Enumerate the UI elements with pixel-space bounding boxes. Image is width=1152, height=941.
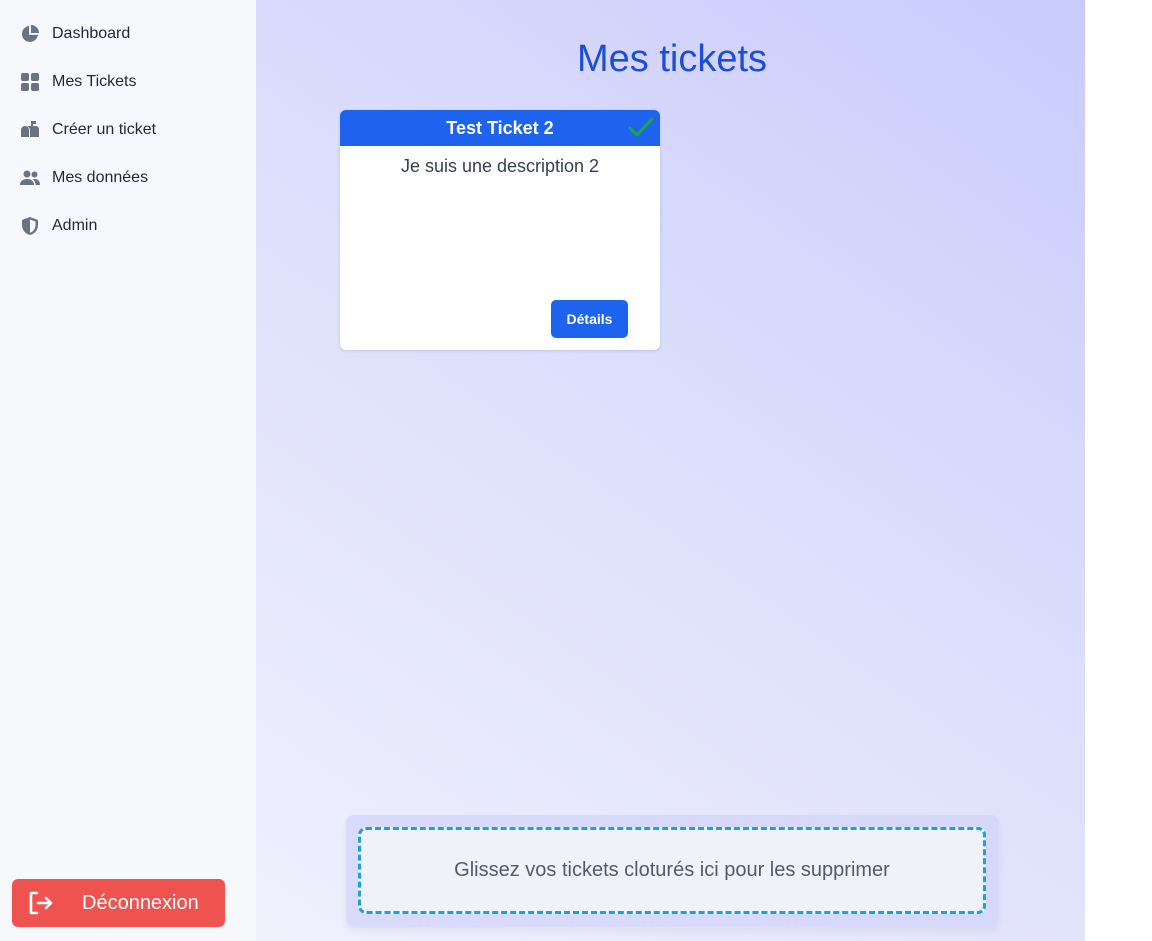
- sidebar-item-admin[interactable]: Admin: [0, 202, 256, 250]
- main-content: Mes tickets Test Ticket 2 Je suis une de…: [256, 0, 1085, 941]
- sidebar-item-label: Dashboard: [52, 25, 131, 42]
- sidebar-item-dashboard[interactable]: Dashboard: [0, 10, 256, 58]
- sidebar-nav: Dashboard Mes Tickets Créer un ticket Me…: [0, 0, 256, 250]
- ticket-card[interactable]: Test Ticket 2 Je suis une description 2 …: [340, 110, 660, 350]
- users-icon: [20, 168, 40, 188]
- logout-icon: [26, 889, 54, 917]
- shield-icon: [20, 216, 40, 236]
- grid-icon: [20, 72, 40, 92]
- sidebar-item-mes-tickets[interactable]: Mes Tickets: [0, 58, 256, 106]
- page-title: Mes tickets: [576, 38, 768, 80]
- sidebar-item-label: Créer un ticket: [52, 121, 157, 138]
- ticket-header: Test Ticket 2: [340, 110, 660, 146]
- details-button[interactable]: Détails: [551, 300, 628, 338]
- ticket-description: Je suis une description 2: [400, 156, 600, 176]
- delete-drop-zone[interactable]: Glissez vos tickets cloturés ici pour le…: [358, 827, 986, 914]
- check-icon: [628, 117, 654, 137]
- pie-chart-icon: [20, 24, 40, 44]
- sidebar-item-label: Mes Tickets: [52, 73, 137, 90]
- sidebar: Dashboard Mes Tickets Créer un ticket Me…: [0, 0, 256, 941]
- mailbox-icon: [20, 120, 40, 140]
- ticket-title: Test Ticket 2: [446, 117, 554, 138]
- sidebar-item-label: Admin: [52, 217, 98, 234]
- sidebar-item-label: Mes données: [52, 169, 149, 186]
- drop-zone-text: Glissez vos tickets cloturés ici pour le…: [454, 859, 890, 881]
- sidebar-item-mes-donnees[interactable]: Mes données: [0, 154, 256, 202]
- logout-label: Déconnexion: [82, 891, 199, 914]
- drop-zone-container: Glissez vos tickets cloturés ici pour le…: [346, 815, 999, 927]
- logout-button[interactable]: Déconnexion: [12, 879, 225, 927]
- sidebar-item-creer-ticket[interactable]: Créer un ticket: [0, 106, 256, 154]
